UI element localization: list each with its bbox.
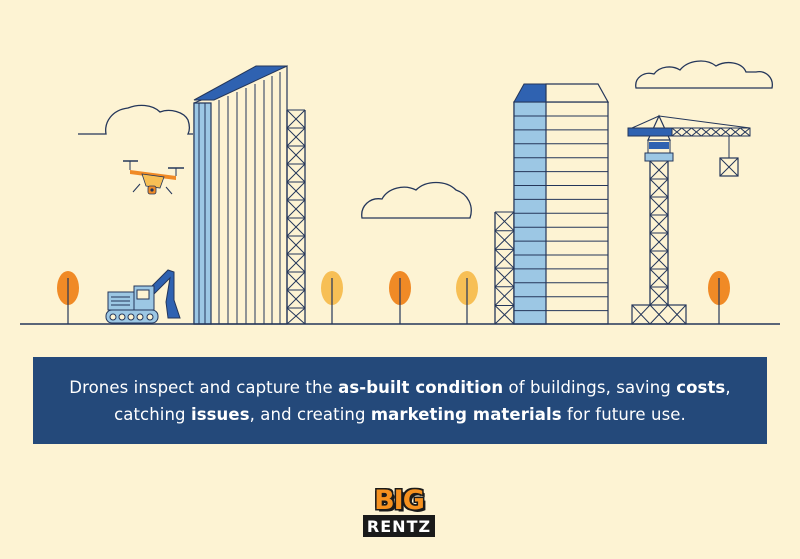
tree-icon: [321, 271, 343, 324]
construction-scene: [20, 60, 780, 325]
caption-highlight: as-built condition: [338, 377, 504, 397]
drone-icon: [123, 160, 184, 195]
cloud-icon: [635, 60, 773, 89]
cloud-icon: [78, 104, 193, 135]
caption-text: , and creating: [249, 404, 371, 424]
bigrentz-logo: BIG RENTZ: [363, 484, 435, 538]
caption-text: Drones inspect and capture the: [69, 377, 339, 397]
scaffold-tower: [494, 211, 515, 325]
logo-rentz: RENTZ: [363, 515, 435, 537]
caption-text: for future use.: [561, 404, 686, 424]
logo-big: BIG: [374, 484, 425, 516]
tree-icon: [708, 271, 730, 324]
caption-text: catching: [114, 404, 191, 424]
caption-highlight: marketing materials: [370, 404, 562, 424]
tall-building: [193, 65, 288, 325]
caption-text: ,: [725, 377, 731, 397]
caption-highlight: costs: [676, 377, 726, 397]
caption-highlight: issues: [190, 404, 250, 424]
tree-icon: [389, 271, 411, 324]
excavator-icon: [105, 269, 181, 324]
caption-banner: Drones inspect and capture the as-built …: [33, 357, 767, 444]
caption-line-1: Drones inspect and capture the as-built …: [69, 374, 730, 401]
tree-icon: [57, 271, 79, 324]
caption-text: of buildings, saving: [503, 377, 677, 397]
cloud-icon: [361, 181, 472, 219]
caption-line-2: catching issues, and creating marketing …: [114, 401, 686, 428]
office-building: [513, 83, 610, 325]
crane-icon: [627, 114, 751, 325]
tree-icon: [456, 271, 478, 324]
scaffold-tower: [286, 109, 306, 325]
